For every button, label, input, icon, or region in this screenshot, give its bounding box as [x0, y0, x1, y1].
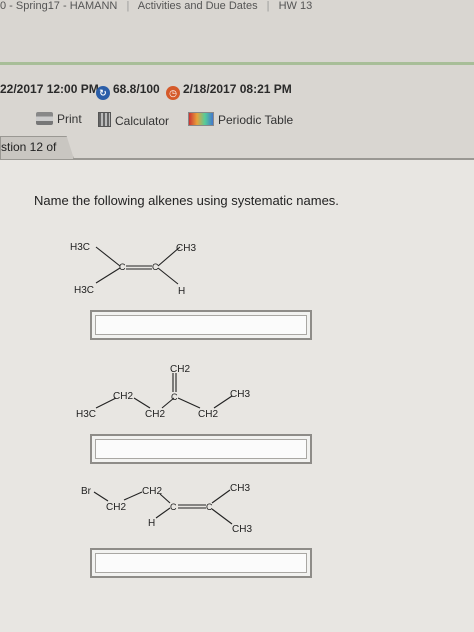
- label-c: C: [170, 502, 177, 512]
- label-h: H: [148, 518, 155, 529]
- label-c: C: [206, 502, 213, 512]
- answer-input-3[interactable]: [90, 548, 312, 578]
- label-br: Br: [81, 486, 92, 497]
- label-ch3: CH3: [232, 524, 252, 535]
- label-ch2: CH2: [106, 502, 126, 513]
- label-ch2: CH2: [142, 486, 162, 497]
- alkene-structure-3: Br CH2 CH2 C C CH3 CH3 H: [81, 483, 252, 535]
- label-ch3: CH3: [230, 483, 250, 494]
